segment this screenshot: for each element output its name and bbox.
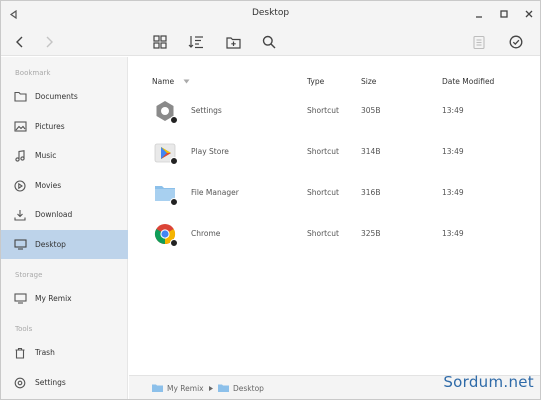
- column-header-size[interactable]: Size: [361, 77, 376, 86]
- sidebar-item-documents[interactable]: Documents: [1, 82, 128, 111]
- sidebar-item-label: Desktop: [35, 240, 66, 249]
- monitor-icon: [13, 292, 27, 306]
- file-name: Chrome: [191, 229, 221, 238]
- settings-app-icon: [153, 99, 178, 124]
- sidebar-section-bookmark: Bookmark: [15, 69, 51, 77]
- sidebar-item-download[interactable]: Download: [1, 200, 128, 229]
- grid-view-icon[interactable]: [150, 32, 170, 52]
- sidebar: Bookmark Documents Pictures Music Movies: [1, 57, 128, 399]
- minimize-icon[interactable]: [471, 6, 487, 22]
- monitor-icon: [13, 238, 27, 252]
- sidebar-item-label: Documents: [35, 92, 78, 101]
- file-size: 314B: [361, 147, 381, 156]
- sidebar-item-label: My Remix: [35, 294, 72, 303]
- file-name: Play Store: [191, 147, 229, 156]
- chevron-right-icon[interactable]: [39, 32, 59, 52]
- maximize-icon[interactable]: [496, 6, 512, 22]
- file-name: File Manager: [191, 188, 239, 197]
- table-row[interactable]: File Manager Shortcut 316B 13:49: [129, 172, 540, 210]
- sidebar-section-storage: Storage: [15, 271, 43, 279]
- sort-icon[interactable]: [186, 32, 206, 52]
- sidebar-item-label: Settings: [35, 378, 66, 387]
- toolbar: [1, 28, 540, 56]
- file-type: Shortcut: [307, 106, 339, 115]
- breadcrumb-separator-icon: [209, 386, 213, 391]
- clipboard-icon[interactable]: [469, 32, 489, 52]
- check-circle-icon[interactable]: [506, 32, 526, 52]
- file-date: 13:49: [442, 147, 464, 156]
- table-row[interactable]: Chrome Shortcut 325B 13:49: [129, 213, 540, 251]
- sidebar-item-movies[interactable]: Movies: [1, 171, 128, 200]
- music-note-icon: [13, 149, 27, 163]
- download-icon: [13, 208, 27, 222]
- play-store-icon: [153, 140, 178, 165]
- file-name: Settings: [191, 106, 222, 115]
- file-type: Shortcut: [307, 229, 339, 238]
- sort-desc-icon: [183, 79, 190, 84]
- file-size: 325B: [361, 229, 381, 238]
- sidebar-item-label: Movies: [35, 181, 62, 190]
- window-title: Desktop: [251, 8, 290, 18]
- image-icon: [13, 120, 27, 134]
- sidebar-item-desktop[interactable]: Desktop: [1, 230, 128, 259]
- new-folder-icon[interactable]: [223, 32, 243, 52]
- sidebar-item-label: Music: [35, 151, 57, 160]
- file-date: 13:49: [442, 229, 464, 238]
- file-list: Name Type Size Date Modified Settings Sh…: [129, 57, 540, 375]
- folder-icon: [13, 90, 27, 104]
- folder-icon: [153, 181, 178, 206]
- file-type: Shortcut: [307, 188, 339, 197]
- sidebar-section-tools: Tools: [15, 325, 33, 333]
- sidebar-item-settings[interactable]: Settings: [1, 368, 128, 397]
- chevron-left-icon[interactable]: [10, 32, 30, 52]
- folder-icon: [218, 384, 229, 392]
- sidebar-item-label: Trash: [35, 348, 55, 357]
- play-circle-icon: [13, 179, 27, 193]
- breadcrumb-item[interactable]: Desktop: [233, 384, 264, 393]
- column-header-type[interactable]: Type: [307, 77, 324, 86]
- file-date: 13:49: [442, 188, 464, 197]
- title-bar: Desktop: [1, 1, 540, 28]
- gear-icon: [13, 376, 27, 390]
- table-row[interactable]: Play Store Shortcut 314B 13:49: [129, 131, 540, 169]
- sidebar-item-pictures[interactable]: Pictures: [1, 112, 128, 141]
- sidebar-item-trash[interactable]: Trash: [1, 338, 128, 367]
- file-type: Shortcut: [307, 147, 339, 156]
- file-manager-window: Desktop Bookmark Documents Pictures Musi…: [0, 0, 541, 400]
- close-icon[interactable]: [521, 6, 537, 22]
- sidebar-item-music[interactable]: Music: [1, 141, 128, 170]
- sidebar-item-label: Download: [35, 210, 73, 219]
- breadcrumb-item[interactable]: My Remix: [167, 384, 204, 393]
- column-header-name[interactable]: Name: [152, 77, 190, 86]
- sidebar-item-my-remix[interactable]: My Remix: [1, 284, 128, 313]
- chrome-icon: [153, 222, 178, 247]
- table-row[interactable]: Settings Shortcut 305B 13:49: [129, 90, 540, 128]
- file-size: 316B: [361, 188, 381, 197]
- file-size: 305B: [361, 106, 381, 115]
- sidebar-item-label: Pictures: [35, 122, 65, 131]
- search-icon[interactable]: [259, 32, 279, 52]
- trash-icon: [13, 346, 27, 360]
- file-date: 13:49: [442, 106, 464, 115]
- watermark: Sordum.net: [443, 373, 534, 391]
- folder-icon: [152, 384, 163, 392]
- column-header-date[interactable]: Date Modified: [442, 77, 494, 86]
